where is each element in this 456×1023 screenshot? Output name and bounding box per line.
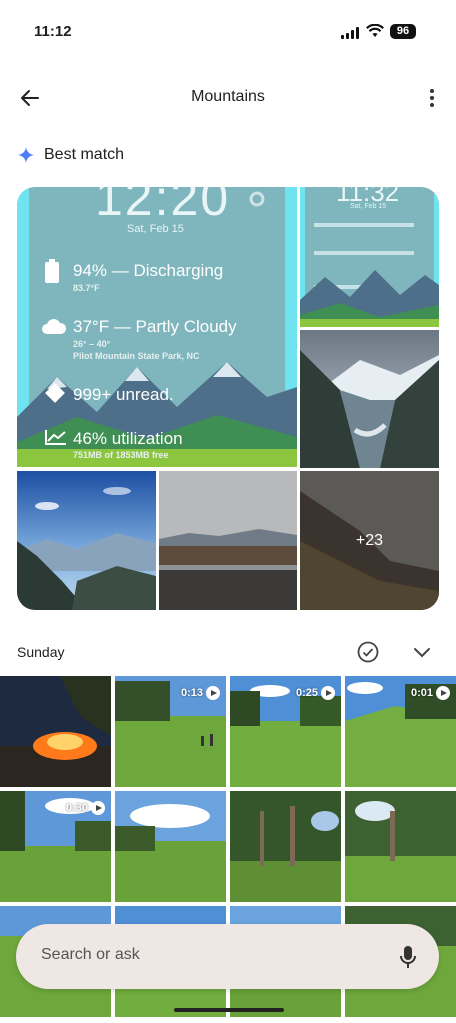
photo-image — [230, 791, 341, 902]
video-duration-badge: 0:30 — [66, 801, 105, 815]
battery-icon — [45, 259, 59, 283]
page-title: Mountains — [191, 88, 265, 105]
photo-image — [0, 676, 111, 787]
best-match-field-photo[interactable] — [159, 471, 297, 610]
widget-weather-line: 37°F — Partly Cloudy — [73, 317, 237, 336]
wifi-icon — [366, 24, 384, 37]
best-match-sky-photo[interactable] — [17, 471, 156, 610]
widget-storage-line: 46% utilization — [73, 429, 183, 448]
chevron-down-icon[interactable] — [410, 640, 434, 664]
best-match-small-widget-photo[interactable]: 11:32 Sat, Feb 15 — [300, 187, 439, 327]
video-duration: 0:01 — [410, 687, 433, 699]
day-section-header: Sunday — [0, 634, 456, 670]
widget-clock: 12:20 — [95, 187, 231, 226]
play-icon — [206, 686, 220, 700]
video-duration: 0:25 — [295, 687, 318, 699]
video-duration-badge: 0:01 — [411, 686, 450, 700]
best-match-grid: 12:20 Sat, Feb 15 94% — Discharging 83.7… — [17, 187, 439, 610]
photo-thumbnail[interactable]: 0:25 — [230, 676, 341, 787]
best-match-label: Best match — [44, 146, 125, 163]
photo-thumbnail[interactable]: 0:01 — [345, 676, 456, 787]
photo-thumbnail[interactable] — [115, 791, 226, 902]
home-indicator — [174, 1008, 284, 1012]
best-match-widget-photo[interactable]: 12:20 Sat, Feb 15 94% — Discharging 83.7… — [17, 187, 297, 467]
play-icon — [436, 686, 450, 700]
cloud-icon — [42, 319, 67, 334]
video-duration-badge: 0:25 — [296, 686, 335, 700]
video-duration: 0:30 — [65, 802, 88, 814]
widget-date: Sat, Feb 15 — [127, 223, 184, 235]
play-icon — [321, 686, 335, 700]
widget-weather-range: 26° – 40° — [73, 339, 111, 349]
widget-unread-line: 999+ unread. — [73, 385, 174, 404]
play-icon — [91, 801, 105, 815]
sparkle-icon — [18, 147, 34, 163]
chart-icon — [45, 430, 66, 445]
photo-image — [115, 791, 226, 902]
battery-indicator: 96 — [390, 24, 416, 39]
more-options-button[interactable] — [416, 82, 448, 114]
photo-thumbnail[interactable]: 0:30 — [0, 791, 111, 902]
widget-battery-line: 94% — Discharging — [73, 261, 224, 280]
gear-icon — [249, 191, 265, 207]
photo-thumbnail[interactable] — [230, 791, 341, 902]
widget-weather-place: Pilot Mountain State Park, NC — [73, 351, 200, 361]
search-input[interactable] — [41, 946, 371, 964]
small-widget-date: Sat, Feb 15 — [350, 203, 387, 210]
widget-battery-temp: 83.7°F — [73, 283, 100, 293]
photo-thumbnail[interactable] — [0, 676, 111, 787]
more-vert-icon — [430, 89, 434, 93]
best-match-valley-photo[interactable] — [300, 330, 439, 468]
search-bar — [16, 924, 439, 989]
widget-storage-detail: 751MB of 1853MB free — [73, 450, 169, 460]
best-match-header: Best match — [18, 146, 124, 164]
video-duration: 0:13 — [180, 687, 203, 699]
feed-icon — [45, 383, 65, 403]
day-label: Sunday — [17, 644, 65, 660]
video-duration-badge: 0:13 — [181, 686, 220, 700]
status-bar: 11:12 96 — [0, 0, 456, 64]
more-count-label: +23 — [300, 471, 439, 610]
check-circle-icon[interactable] — [356, 640, 380, 664]
photo-thumbnail[interactable]: 0:13 — [115, 676, 226, 787]
cellular-signal-icon — [341, 27, 359, 39]
photo-image — [345, 791, 456, 902]
status-time: 11:12 — [34, 23, 72, 40]
top-app-bar: Mountains — [0, 72, 456, 124]
mic-icon[interactable] — [396, 944, 420, 970]
best-match-more-tile[interactable]: +23 — [300, 471, 439, 610]
photo-thumbnail[interactable] — [345, 791, 456, 902]
